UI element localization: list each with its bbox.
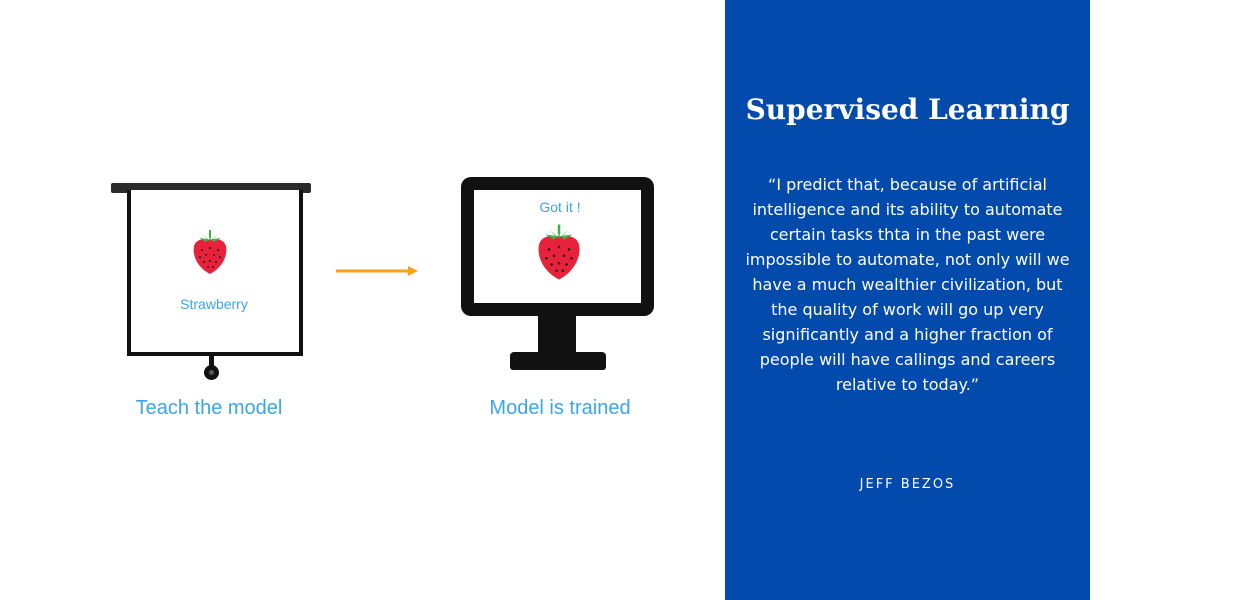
quote-panel: Supervised Learning “I predict that, bec…: [725, 0, 1090, 600]
monitor-neck: [538, 314, 576, 354]
caption-teach-the-model: Teach the model: [135, 397, 283, 419]
monitor-base: [510, 352, 606, 370]
strawberry-icon: [193, 230, 227, 274]
projector-pull-knob: [204, 365, 219, 380]
slide: Strawberry Got it ! Teach the model Mode…: [0, 0, 1250, 600]
quote-text: “I predict that, because of artificial i…: [745, 175, 1070, 394]
arrow-right-icon: [336, 266, 418, 276]
strawberry-icon: [538, 224, 580, 280]
screen-label: Strawberry: [180, 296, 248, 312]
monitor-label: Got it !: [539, 199, 581, 215]
panel-title: Supervised Learning: [745, 93, 1070, 126]
quote-author: JEFF BEZOS: [859, 477, 956, 492]
caption-model-is-trained: Model is trained: [489, 397, 631, 419]
